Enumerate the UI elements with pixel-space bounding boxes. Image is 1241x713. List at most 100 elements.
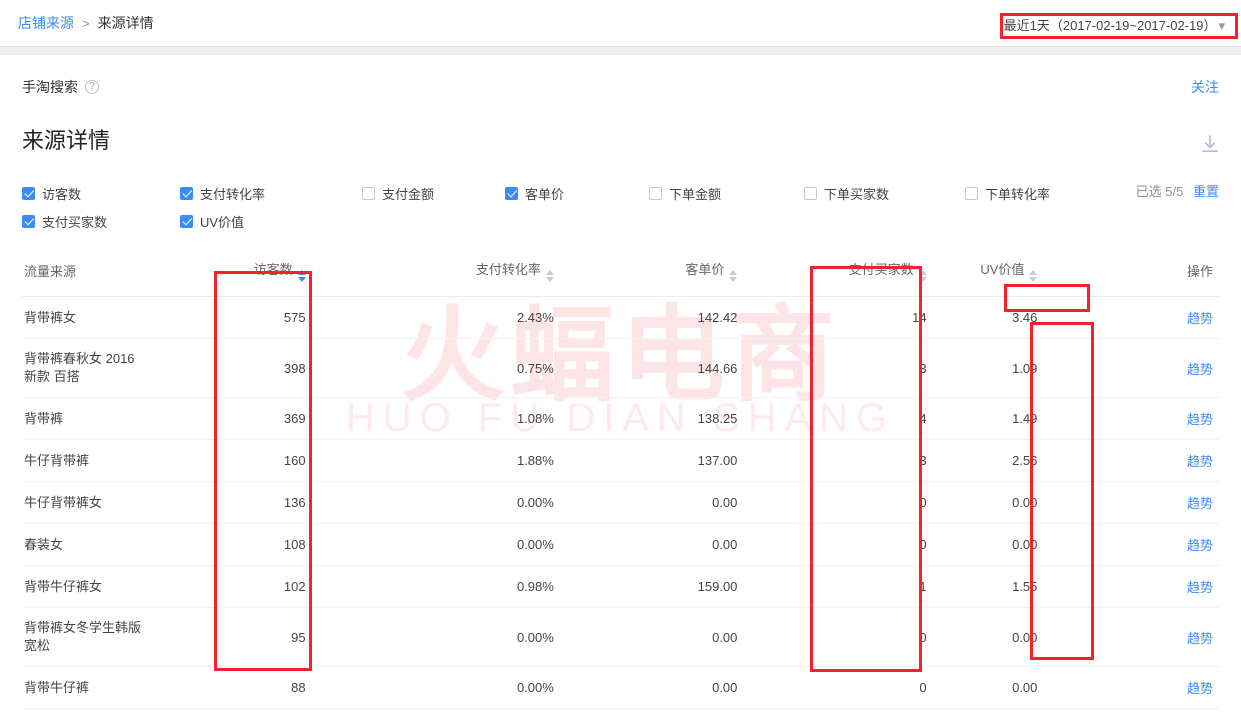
trend-link[interactable]: 趋势 [1187, 681, 1213, 696]
checkbox-icon-unchecked[interactable] [649, 186, 662, 200]
table-row: 背带裤 369 1.08% 138.25 4 1.49 趋势 [22, 397, 1219, 440]
sort-arrows-icon[interactable] [545, 270, 554, 282]
cell-pay-buyers: 0 [759, 607, 953, 667]
cell-uv-value: 3.46 [952, 296, 1136, 339]
table-row: 牛仔背带裤女 136 0.00% 0.00 0 0.00 趋势 [22, 481, 1219, 524]
checkbox-icon-unchecked[interactable] [965, 186, 978, 200]
checkbox-icon-checked[interactable] [180, 186, 193, 200]
metric-checkbox-order-buyers[interactable]: 下单买家数 [804, 184, 965, 203]
col-header-pay-cvr[interactable]: 支付转化率 [341, 245, 582, 297]
col-header-aov[interactable]: 客单价 [581, 245, 760, 297]
cell-source: 牛仔背带裤 [22, 439, 242, 482]
col-header-uv-value[interactable]: UV价值 [952, 245, 1136, 297]
trend-link[interactable]: 趋势 [1187, 412, 1213, 427]
metric-selection-status: 已选 5/5 重置 [1136, 181, 1219, 200]
table-row: 背带裤春秋女 2016 新款 百搭 398 0.75% 144.66 3 1.09 趋势 [22, 338, 1219, 398]
trend-link[interactable]: 趋势 [1187, 580, 1213, 595]
metric-checkbox-order-amount[interactable]: 下单金额 [649, 184, 804, 203]
source-name-line1: 春装女 [24, 536, 64, 552]
cell-action: 趋势 [1135, 666, 1219, 709]
cell-pay-buyers: 3 [759, 338, 953, 398]
date-range-label: 最近1天（2017-02-19~2017-02-19） [1003, 18, 1217, 33]
trend-link[interactable]: 趋势 [1187, 454, 1213, 469]
date-range-selector[interactable]: 最近1天（2017-02-19~2017-02-19） ▾ [994, 11, 1235, 38]
page-title: 来源详情 [22, 128, 111, 153]
cell-source: 牛仔背带裤女 [22, 481, 242, 524]
metric-label: 下单金额 [669, 186, 722, 202]
help-icon[interactable]: ? [85, 80, 99, 94]
checkbox-icon-checked[interactable] [22, 214, 35, 228]
table-head: 流量来源 访客数 支付转化率 客单价 支付买家数 UV价值 操作 [22, 245, 1219, 297]
download-icon[interactable] [1199, 133, 1221, 155]
metric-row-2: 支付买家数 UV价值 [22, 207, 1219, 235]
trend-link[interactable]: 趋势 [1187, 538, 1213, 553]
metric-label: 支付买家数 [42, 214, 108, 230]
breadcrumb: 店铺来源 > 来源详情 最近1天（2017-02-19~2017-02-19） ▾ [0, 0, 1241, 46]
cell-action: 趋势 [1135, 523, 1219, 566]
cell-pay-buyers: 0 [759, 481, 953, 524]
cell-visitors: 102 [241, 565, 342, 608]
metric-checkbox-aov[interactable]: 客单价 [505, 184, 649, 203]
cell-pay-buyers: 14 [759, 296, 953, 339]
metric-label: 支付转化率 [200, 186, 266, 202]
table-row: 背带裤女 575 2.43% 142.42 14 3.46 趋势 [22, 296, 1219, 339]
cell-pay-buyers: 0 [759, 523, 953, 566]
cell-action: 趋势 [1135, 296, 1219, 339]
checkbox-icon-checked[interactable] [22, 186, 35, 200]
cell-visitors: 369 [241, 397, 342, 440]
source-name-line2: 宽松 [24, 638, 51, 653]
sort-arrows-icon[interactable] [1029, 270, 1038, 282]
metric-checkbox-pay-buyers[interactable]: 支付买家数 [22, 212, 180, 231]
sort-arrows-icon[interactable] [918, 270, 927, 282]
metric-checkbox-order-cvr[interactable]: 下单转化率 [965, 184, 1125, 203]
cell-aov: 0.00 [581, 481, 760, 524]
cell-pay-buyers: 1 [759, 565, 953, 608]
cell-pay-buyers: 4 [759, 397, 953, 440]
reset-link[interactable]: 重置 [1193, 184, 1219, 199]
col-header-pay-buyers[interactable]: 支付买家数 [759, 245, 953, 297]
cell-aov: 0.00 [581, 666, 760, 709]
trend-link[interactable]: 趋势 [1187, 496, 1213, 511]
metric-checkbox-visitors[interactable]: 访客数 [22, 184, 180, 203]
sort-arrows-icon[interactable] [729, 270, 738, 282]
metric-checkbox-pay-amount[interactable]: 支付金额 [362, 184, 505, 203]
table-row: 背带裤女冬学生韩版 宽松 95 0.00% 0.00 0 0.00 趋势 [22, 607, 1219, 667]
checkbox-icon-checked[interactable] [180, 214, 193, 228]
cell-uv-value: 0.00 [952, 481, 1136, 524]
trend-link[interactable]: 趋势 [1187, 311, 1213, 326]
cell-source: 背带牛仔裤 [22, 666, 242, 709]
col-header-visitors[interactable]: 访客数 [241, 245, 342, 297]
source-detail-table: 流量来源 访客数 支付转化率 客单价 支付买家数 UV价值 操作 背带裤女 575… [22, 245, 1219, 713]
sort-arrows-icon[interactable] [297, 270, 306, 282]
subheader: 手淘搜索 ? 关注 [0, 55, 1241, 115]
trend-link[interactable]: 趋势 [1187, 362, 1213, 377]
checkbox-icon-unchecked[interactable] [362, 186, 375, 200]
table-row: 背带牛仔裤 88 0.00% 0.00 0 0.00 趋势 [22, 666, 1219, 709]
breadcrumb-root-link[interactable]: 店铺来源 [18, 13, 74, 33]
cell-aov: 0.00 [581, 607, 760, 667]
trend-link[interactable]: 趋势 [1187, 631, 1213, 646]
cell-uv-value: 0.00 [952, 666, 1136, 709]
checkbox-icon-checked[interactable] [505, 186, 518, 200]
cell-action: 趋势 [1135, 565, 1219, 608]
source-name-line1: 背带牛仔裤女 [24, 578, 103, 594]
cell-pay-cvr: 0.98% [341, 565, 582, 608]
cell-pay-cvr: 2.43% [341, 296, 582, 339]
col-header-source: 流量来源 [22, 245, 242, 297]
metric-checkbox-pay-cvr[interactable]: 支付转化率 [180, 184, 362, 203]
checkbox-icon-unchecked[interactable] [804, 186, 817, 200]
cell-uv-value: 1.09 [952, 338, 1136, 398]
metric-label: 支付金额 [382, 186, 435, 202]
cell-source: 背带裤 [22, 397, 242, 440]
col-header-label: 流量来源 [24, 264, 77, 279]
breadcrumb-current: 来源详情 [97, 15, 154, 31]
cell-aov: 159.00 [581, 565, 760, 608]
follow-link[interactable]: 关注 [1191, 77, 1219, 97]
cell-visitors: 398 [241, 338, 342, 398]
metric-label: 客单价 [525, 186, 565, 202]
cell-action: 趋势 [1135, 481, 1219, 524]
col-header-label: 操作 [1186, 264, 1213, 279]
col-header-label: 支付买家数 [848, 262, 914, 277]
metric-checkbox-uv-value[interactable]: UV价值 [180, 212, 362, 231]
cell-pay-cvr: 0.00% [341, 523, 582, 566]
